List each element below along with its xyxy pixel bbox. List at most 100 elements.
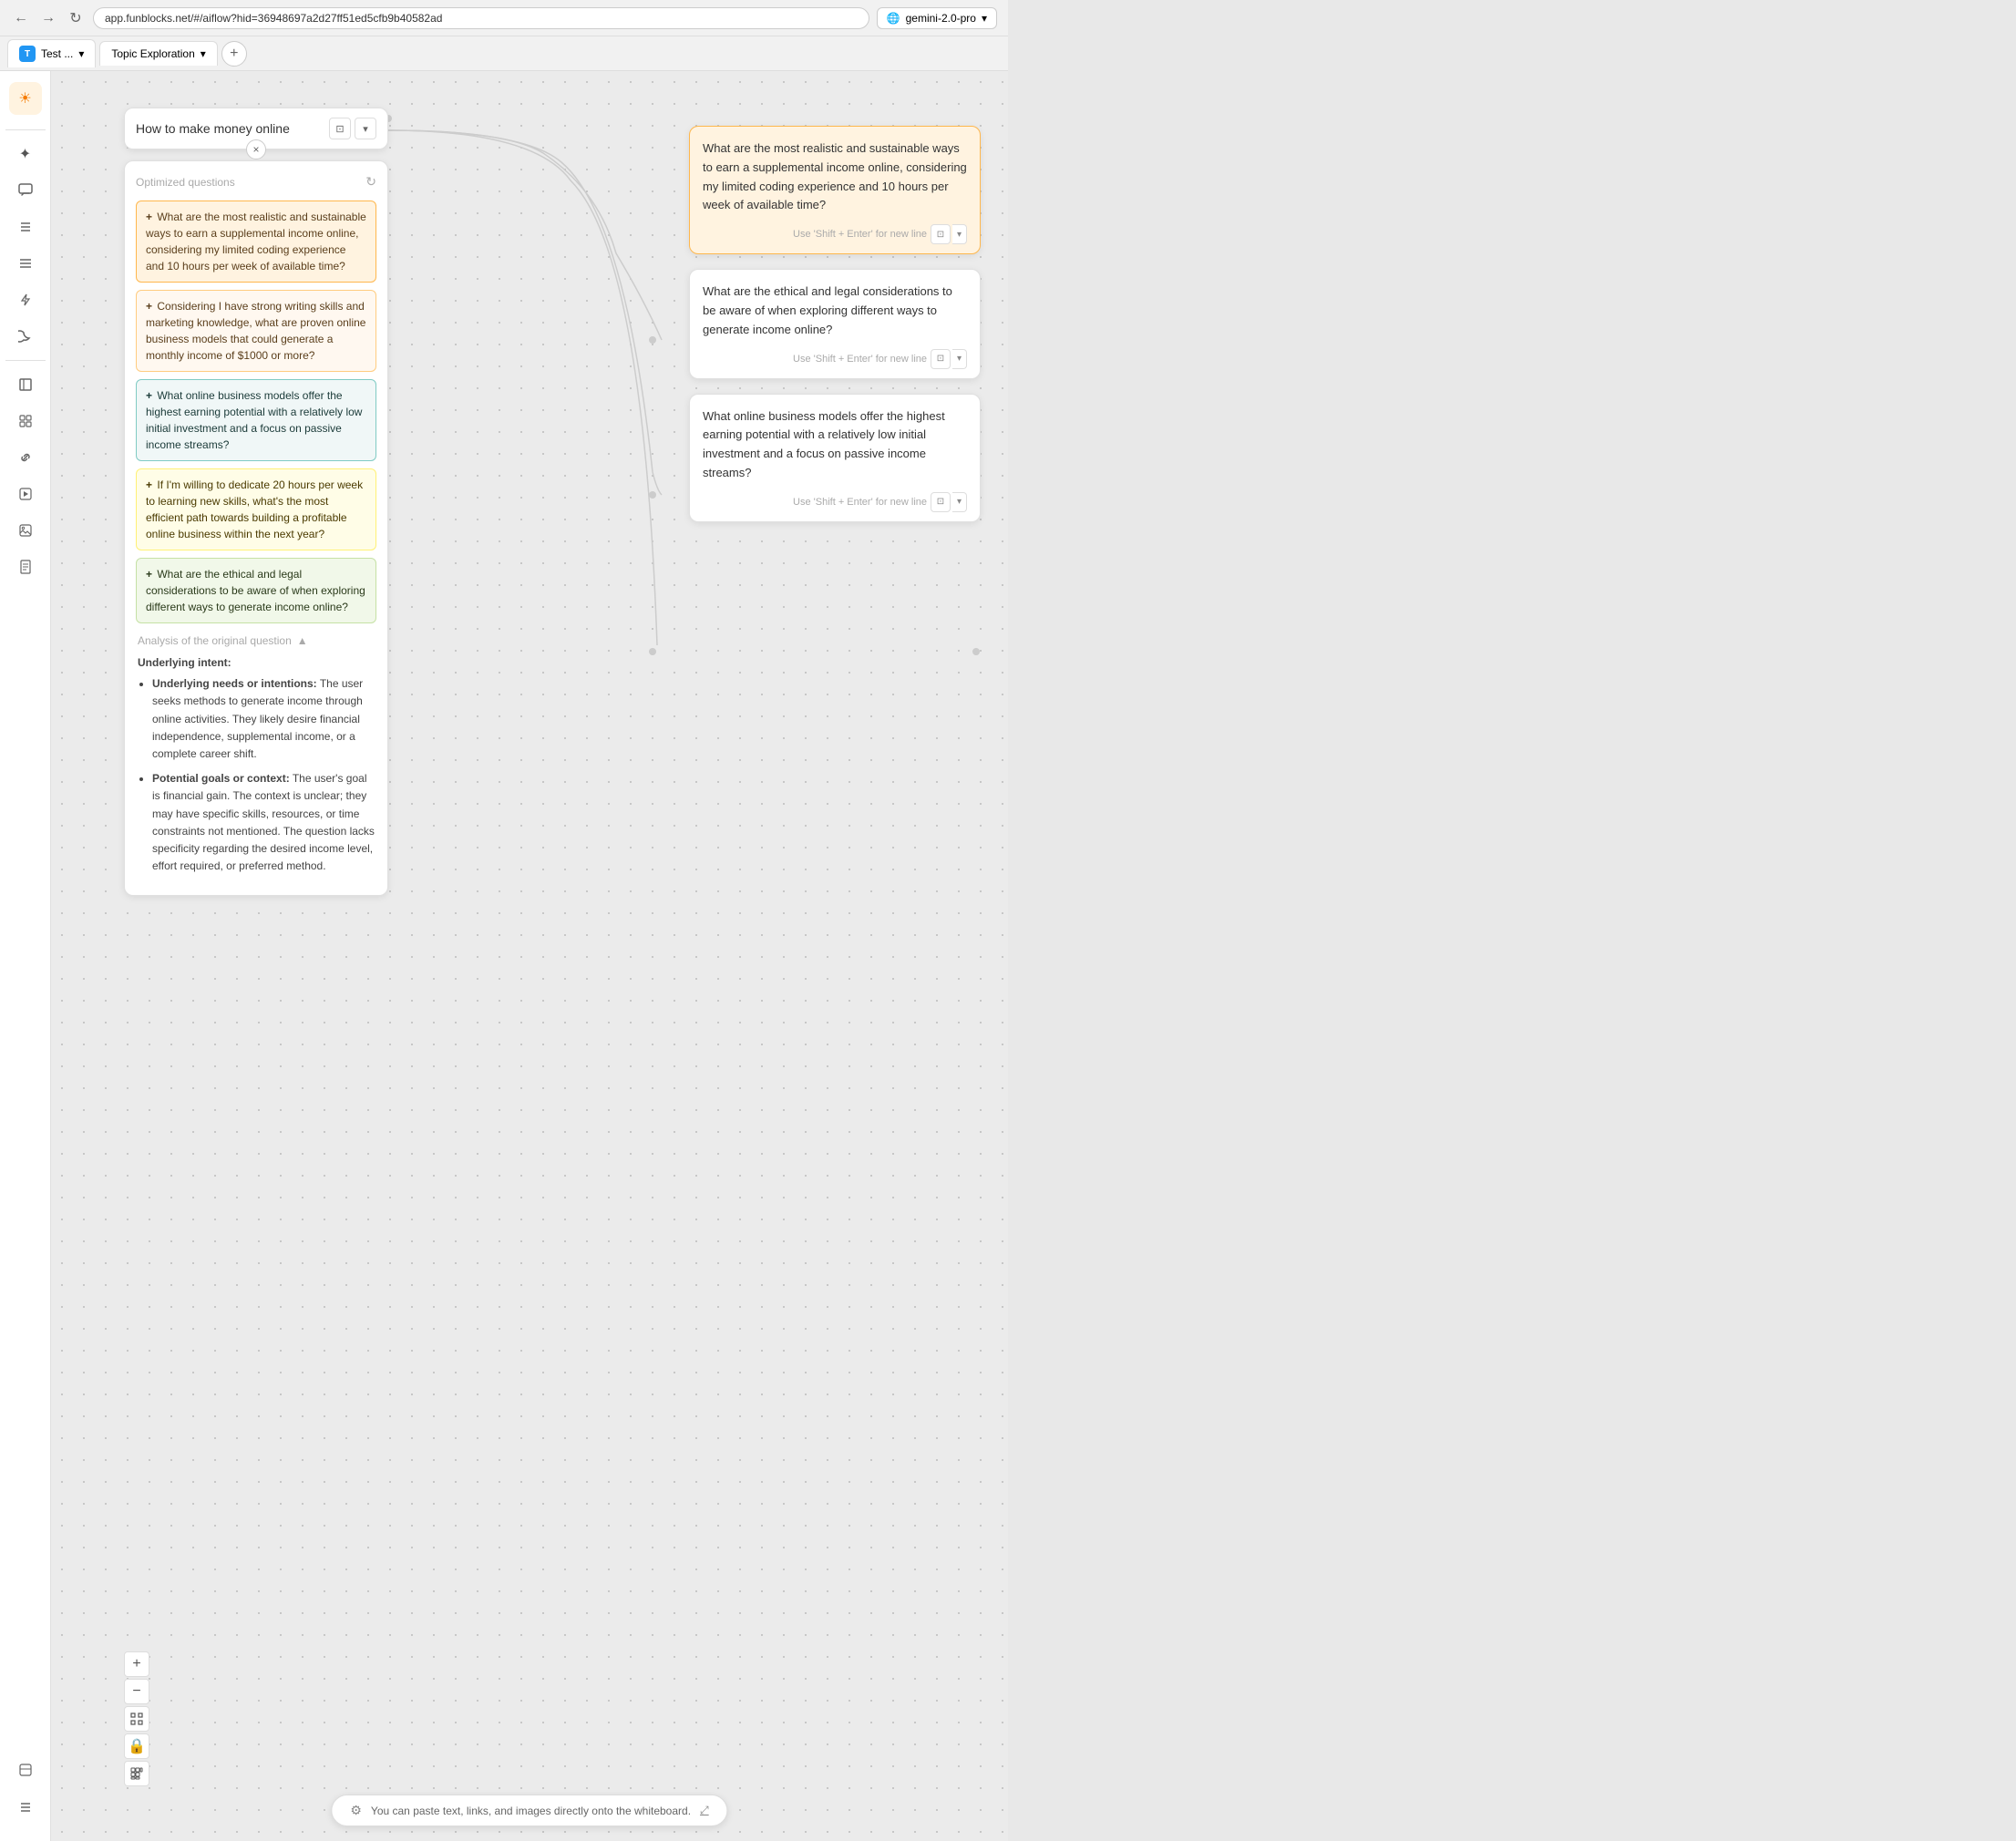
questions-header: Optimized questions ↻ [136,174,376,190]
output-card-1-action-btn[interactable]: ⊡ [931,224,951,244]
model-dropdown-icon: ▾ [982,12,987,25]
analysis-header[interactable]: Analysis of the original question ▲ [138,634,375,647]
url-bar[interactable]: app.funblocks.net/#/aiflow?hid=36948697a… [93,7,869,29]
sidebar-icon-moon[interactable] [9,320,42,353]
bottom-bar-link[interactable]: ⤢ [700,1804,709,1817]
analysis-content: Underlying intent: Underlying needs or i… [138,654,375,875]
tab-test[interactable]: T Test ... ▾ [7,39,96,67]
sidebar-icon-star[interactable]: ✦ [9,138,42,170]
sidebar-icon-layers[interactable] [9,405,42,437]
output-card-3[interactable]: What online business models offer the hi… [689,394,981,522]
output-card-3-action-btn[interactable]: ⊡ [931,492,951,512]
question-item-2[interactable]: + Considering I have strong writing skil… [136,290,376,372]
q4-prefix: + [146,478,152,491]
reload-button[interactable]: ↻ [66,8,86,28]
analysis-label: Underlying intent: [138,654,375,672]
sidebar-icon-menu[interactable] [9,247,42,280]
output-card-2[interactable]: What are the ethical and legal considera… [689,269,981,378]
sidebar-icon-sun[interactable]: ☀ [9,82,42,115]
q2-text: Considering I have strong writing skills… [146,300,365,362]
zoom-fit-button[interactable] [124,1706,149,1732]
analysis-item-2-text: The user's goal is financial gain. The c… [152,772,375,872]
output-card-1-footer: Use 'Shift + Enter' for new line ⊡ ▾ [703,224,967,244]
topic-input-text: How to make money online [136,121,290,136]
analysis-section: Analysis of the original question ▲ Unde… [136,634,376,875]
analysis-item-1-bold: Underlying needs or intentions: [152,677,317,690]
tab-test-label: Test ... [41,47,73,60]
output-card-3-text: What online business models offer the hi… [703,407,967,483]
output-card-1[interactable]: What are the most realistic and sustaina… [689,126,981,254]
analysis-item-2-bold: Potential goals or context: [152,772,290,785]
q3-text: What online business models offer the hi… [146,389,362,451]
sidebar-icon-panel[interactable] [9,1754,42,1786]
sidebar-icon-image[interactable] [9,514,42,547]
output-card-1-hint: Use 'Shift + Enter' for new line [793,229,927,240]
output-card-2-text: What are the ethical and legal considera… [703,283,967,339]
question-item-1[interactable]: + What are the most realistic and sustai… [136,201,376,283]
sidebar-divider-1 [5,129,46,130]
analysis-item-2: Potential goals or context: The user's g… [152,770,375,875]
q1-text: What are the most realistic and sustaina… [146,211,366,273]
output-card-3-hint: Use 'Shift + Enter' for new line [793,497,927,508]
sidebar-icon-chat[interactable] [9,174,42,207]
zoom-out-button[interactable]: − [124,1679,149,1704]
q5-text: What are the ethical and legal considera… [146,568,365,613]
analysis-header-text: Analysis of the original question [138,634,292,647]
output-card-2-hint: Use 'Shift + Enter' for new line [793,354,927,365]
tab-topic-dropdown: ▾ [201,47,206,60]
zoom-in-button[interactable]: + [124,1651,149,1677]
tab-avatar: T [19,46,36,62]
output-card-2-dropdown-btn[interactable]: ▾ [952,349,967,369]
sidebar-icon-items-list[interactable] [9,1790,42,1823]
topic-input-dropdown-btn[interactable]: ▾ [355,118,376,139]
topic-input-icons: ⊡ ▾ [329,118,376,139]
sidebar-icon-list[interactable] [9,211,42,243]
model-label: gemini-2.0-pro [906,12,976,25]
question-item-4[interactable]: + If I'm willing to dedicate 20 hours pe… [136,468,376,550]
tab-topic-label: Topic Exploration [111,47,194,60]
output-card-2-action-btn[interactable]: ⊡ [931,349,951,369]
sidebar-divider-2 [5,360,46,361]
q2-prefix: + [146,300,152,313]
bottom-bar-text: You can paste text, links, and images di… [371,1805,691,1817]
globe-icon: 🌐 [887,12,900,25]
analysis-item-1: Underlying needs or intentions: The user… [152,675,375,763]
grid-button[interactable] [124,1761,149,1786]
q5-prefix: + [146,568,152,581]
flow-panel: How to make money online ⊡ ▾ × Optimized… [124,108,388,896]
q1-prefix: + [146,211,152,223]
model-selector[interactable]: 🌐 gemini-2.0-pro ▾ [877,7,997,29]
sidebar-icon-play[interactable] [9,478,42,510]
forward-button[interactable]: → [38,8,58,28]
sidebar-icon-lightning[interactable] [9,283,42,316]
topic-input-node[interactable]: How to make money online ⊡ ▾ × [124,108,388,149]
output-card-3-action: ⊡ ▾ [931,492,967,512]
sidebar-icon-link[interactable] [9,441,42,474]
back-button[interactable]: ← [11,8,31,28]
sidebar-icon-doc[interactable] [9,550,42,583]
topic-close-badge[interactable]: × [246,139,266,159]
bottom-bar-settings-icon: ⚙ [350,1803,362,1818]
questions-card: Optimized questions ↻ + What are the mos… [124,160,388,896]
question-item-5[interactable]: + What are the ethical and legal conside… [136,558,376,623]
output-card-1-dropdown-btn[interactable]: ▾ [952,224,967,244]
lock-button[interactable]: 🔒 [124,1733,149,1759]
browser-bar: ← → ↻ app.funblocks.net/#/aiflow?hid=369… [0,0,1008,36]
sidebar: ☀ ✦ [0,71,51,1841]
topic-input-icon-btn[interactable]: ⊡ [329,118,351,139]
new-tab-button[interactable]: + [221,41,247,67]
sidebar-icon-book[interactable] [9,368,42,401]
tab-topic-exploration[interactable]: Topic Exploration ▾ [99,41,217,66]
questions-refresh-btn[interactable]: ↻ [365,174,376,190]
output-card-2-footer: Use 'Shift + Enter' for new line ⊡ ▾ [703,349,967,369]
tab-test-dropdown: ▾ [78,47,84,60]
zoom-controls: + − 🔒 [124,1651,149,1786]
questions-title: Optimized questions [136,176,235,189]
output-card-3-dropdown-btn[interactable]: ▾ [952,492,967,512]
q4-text: If I'm willing to dedicate 20 hours per … [146,478,363,540]
bottom-bar: ⚙ You can paste text, links, and images … [331,1795,727,1826]
question-item-3[interactable]: + What online business models offer the … [136,379,376,461]
output-card-1-action: ⊡ ▾ [931,224,967,244]
canvas[interactable]: How to make money online ⊡ ▾ × Optimized… [51,71,1008,1841]
output-card-1-text: What are the most realistic and sustaina… [703,139,967,215]
